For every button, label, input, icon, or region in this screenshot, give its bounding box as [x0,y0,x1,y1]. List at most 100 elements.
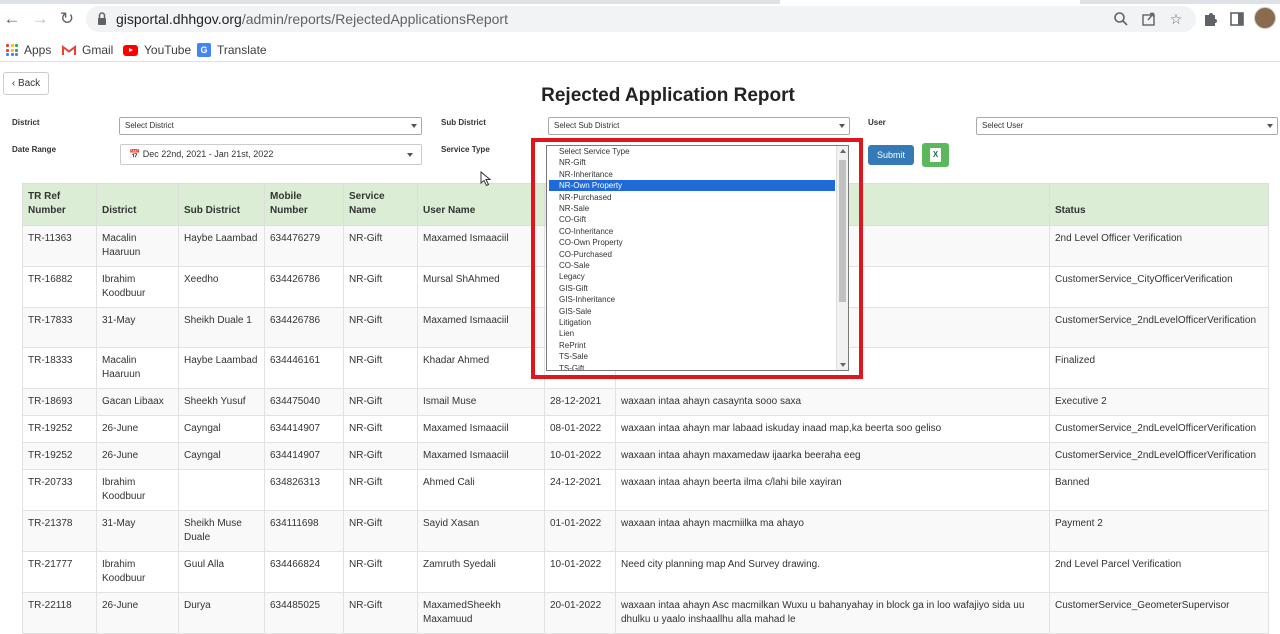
bookmark-label: Apps [24,43,52,57]
star-icon[interactable]: ☆ [1167,9,1185,29]
table-cell: Khadar Ahmed [417,347,545,389]
url-text[interactable]: gisportal.dhhgov.org/admin/reports/Rejec… [116,11,508,27]
table-cell: 26-June [96,592,179,634]
daterange-value: Dec 22nd, 2021 - Jan 21st, 2022 [142,149,274,159]
gmail-icon [62,44,76,55]
submit-button[interactable]: Submit [868,145,914,165]
table-cell: 31-May [96,307,179,348]
table-cell: TR-16882 [22,266,97,308]
chevron-down-icon [839,124,845,128]
table-cell: TR-21378 [22,510,97,552]
table-cell: 31-May [96,510,179,552]
table-cell: NR-Gift [343,388,418,416]
youtube-icon [123,44,138,56]
export-excel-button[interactable]: X [922,143,949,167]
share-icon[interactable] [1140,9,1158,29]
table-cell: waxaan intaa ahayn beerta ilma c/lahi bi… [615,469,1050,511]
extensions-icon[interactable] [1200,9,1220,29]
col-service: Service Name [343,183,418,226]
table-cell: TR-18693 [22,388,97,416]
bookmarks-bar: Apps Gmail YouTube G Translate [0,38,1280,62]
col-subdistrict: Sub District [178,183,265,226]
table-cell: Haybe Laambad [178,347,265,389]
table-cell: CustomerService_2ndLevelOfficerVerificat… [1049,307,1269,348]
servicetype-label: Service Type [441,145,490,154]
bookmark-apps[interactable]: Apps [6,41,51,59]
table-cell: 634414907 [264,442,344,470]
table-cell: Maxamed Ismaaciil [417,225,545,267]
table-cell: NR-Gift [343,307,418,348]
district-select[interactable]: Select District [119,117,422,135]
table-cell: Xeedho [178,266,265,308]
table-cell: 01-01-2022 [544,510,616,552]
table-cell: Haybe Laambad [178,225,265,267]
table-cell: 634446161 [264,347,344,389]
table-cell: Guul Alla [178,551,265,593]
table-cell: 634476279 [264,225,344,267]
table-cell: Finalized [1049,347,1269,389]
table-cell: Ahmed Cali [417,469,545,511]
table-row: TR-18693 Gacan Libaax Sheekh Yusuf 63447504… [22,388,1269,416]
bookmark-label: YouTube [144,43,192,57]
table-cell: TR-17833 [22,307,97,348]
table-cell: Ismail Muse [417,388,545,416]
table-cell: Maxamed Ismaaciil [417,442,545,470]
bookmark-youtube[interactable]: YouTube [123,41,191,59]
table-cell: CustomerService_2ndLevelOfficerVerificat… [1049,415,1269,443]
table-cell: TR-11363 [22,225,97,267]
table-cell: Cayngal [178,415,265,443]
table-row: TR-22118 26-June Durya 634485025 NR-Gift Maxa… [22,592,1269,634]
table-cell: waxaan intaa ahayn maxamedaw ijaarka bee… [615,442,1050,470]
table-row: TR-20733 Ibrahim Koodbuur 634826313 NR-Gift… [22,469,1269,511]
profile-avatar[interactable] [1254,7,1276,29]
table-cell: Ibrahim Koodbuur [96,551,179,593]
sidepanel-icon[interactable] [1227,9,1247,29]
col-status: Status [1049,183,1269,226]
table-cell: NR-Gift [343,551,418,593]
chevron-down-icon [1267,124,1273,128]
tab-strip [0,0,1280,4]
subdistrict-label: Sub District [441,118,486,127]
forward-arrow-icon[interactable]: → [28,8,52,30]
table-cell: waxaan intaa ahayn macmiilka ma ahayo [615,510,1050,552]
daterange-picker[interactable]: 📅 Dec 22nd, 2021 - Jan 21st, 2022 [120,144,422,165]
user-select[interactable]: Select User [976,117,1278,135]
table-row: TR-21378 31-May Sheikh Muse Duale 634111698… [22,510,1269,552]
table-cell: NR-Gift [343,510,418,552]
excel-icon: X [930,148,941,162]
table-cell: 634426786 [264,307,344,348]
table-cell: 634414907 [264,415,344,443]
table-cell: Maxamed Ismaaciil [417,415,545,443]
table-cell: 26-June [96,442,179,470]
user-label: User [868,118,886,127]
table-cell: Ibrahim Koodbuur [96,469,179,511]
table-cell: NR-Gift [343,469,418,511]
table-cell: Executive 2 [1049,388,1269,416]
table-cell: NR-Gift [343,592,418,634]
bookmark-translate[interactable]: G Translate [197,41,267,59]
subdistrict-select[interactable]: Select Sub District [548,117,850,135]
table-cell: 10-01-2022 [544,551,616,593]
table-cell: 634466824 [264,551,344,593]
zoom-icon[interactable] [1112,9,1130,29]
mouse-cursor-icon [480,171,492,187]
table-cell: Sheikh Duale 1 [178,307,265,348]
table-cell: Maxamed Ismaaciil [417,307,545,348]
highlight-box [531,138,863,379]
table-cell: 10-01-2022 [544,442,616,470]
table-cell: 634826313 [264,469,344,511]
table-cell: 634475040 [264,388,344,416]
table-cell: 28-12-2021 [544,388,616,416]
table-cell: Zamruth Syedali [417,551,545,593]
chevron-down-icon [407,153,413,157]
table-cell: TR-18333 [22,347,97,389]
table-cell: MaxamedSheekh Maxamuud [417,592,545,634]
subdistrict-placeholder: Select Sub District [554,121,620,130]
back-arrow-icon[interactable]: ← [0,8,24,30]
chevron-down-icon [411,124,417,128]
reload-icon[interactable]: ↻ [55,8,79,30]
bookmark-gmail[interactable]: Gmail [62,41,113,59]
table-cell: Macalin Haaruun [96,347,179,389]
browser-toolbar: ← → ↻ gisportal.dhhgov.org/admin/reports… [0,0,1280,38]
table-cell: 08-01-2022 [544,415,616,443]
